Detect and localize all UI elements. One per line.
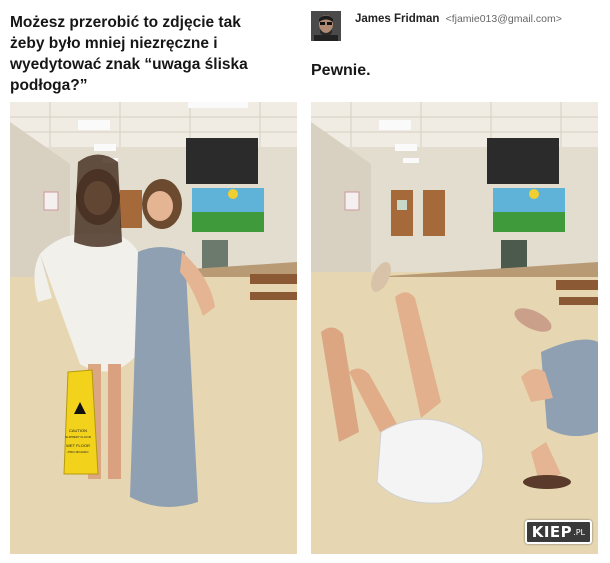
sign-text: PISO MOJADO: [68, 450, 90, 454]
sign-text: WET FLOOR: [66, 443, 90, 448]
watermark-suffix: .PL: [573, 527, 585, 537]
sender-line: James Fridman <fjamie013@gmail.com>: [355, 13, 562, 25]
sender-email: <fjamie013@gmail.com>: [445, 13, 562, 25]
question-line: żeby było mniej niezręczne i: [10, 35, 218, 52]
question-line: Możesz przerobić to zdjęcie tak: [10, 14, 241, 31]
reply-header: James Fridman <fjamie013@gmail.com>: [311, 11, 606, 43]
watermark-text: KIEP: [531, 523, 573, 541]
question-text: Możesz przerobić to zdjęcie tak żeby był…: [10, 12, 295, 96]
sender-name: James Fridman: [355, 13, 440, 25]
kiep-watermark: KIEP .PL: [524, 520, 592, 544]
edited-photo: KIEP .PL: [311, 102, 598, 554]
question-line: wyedytować znak “uwaga śliska: [10, 56, 248, 73]
sender-avatar: [311, 11, 341, 41]
sign-text: CAUTION: [69, 428, 87, 433]
question-line: podłoga?”: [10, 77, 88, 94]
reply-text: Pewnie.: [311, 62, 371, 79]
original-photo: CAUTION SLIPPERY FLOOR WET FLOOR PISO MO…: [10, 102, 297, 554]
sign-text: SLIPPERY FLOOR: [65, 435, 92, 439]
